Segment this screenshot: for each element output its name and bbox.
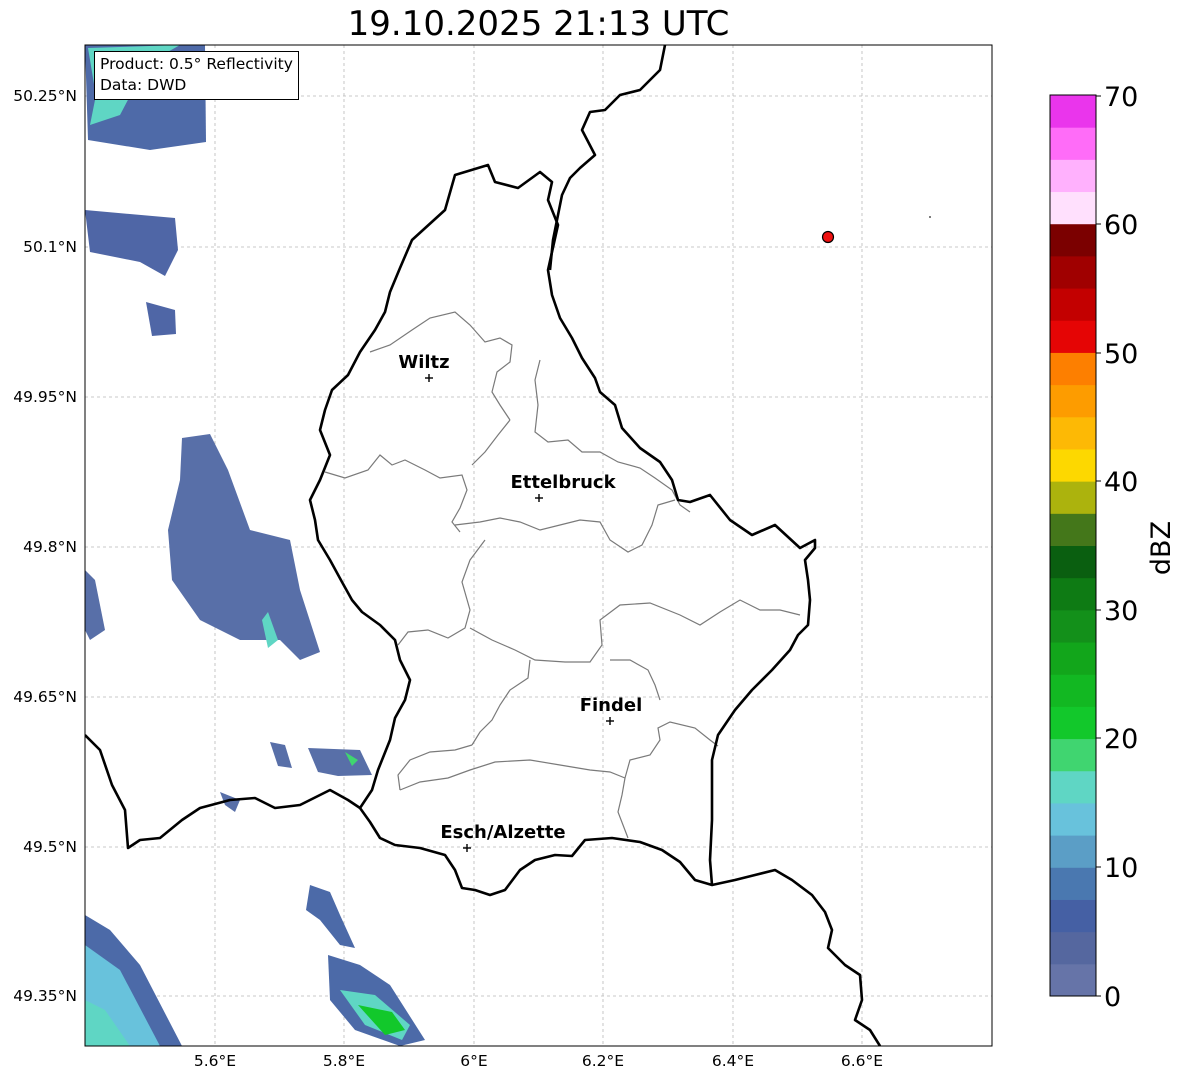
- colorbar-segment: [1050, 609, 1096, 643]
- colorbar-segment: [1050, 963, 1096, 997]
- echo-south-center: [306, 885, 425, 1046]
- radar-echoes: [85, 45, 425, 1046]
- colorbar-segment: [1050, 159, 1096, 193]
- city-markers: [425, 374, 614, 852]
- lat-label: 49.35°N: [13, 987, 77, 1005]
- colorbar-segment: [1050, 545, 1096, 579]
- luxembourg-border: [308, 163, 817, 897]
- lat-label: 50.25°N: [13, 87, 77, 105]
- colorbar-ticks: 0 10 20 30 40 50 60 70: [1104, 82, 1138, 1013]
- colorbar-tick: 0: [1104, 982, 1121, 1013]
- colorbar-label: dBZ: [1146, 521, 1177, 575]
- colorbar-segment: [1050, 513, 1096, 546]
- colorbar-segment: [1050, 931, 1096, 965]
- colorbar-tick: 60: [1104, 210, 1138, 241]
- lon-label: 6°E: [460, 1052, 487, 1070]
- city-label-ettelbruck: Ettelbruck: [510, 472, 616, 493]
- colorbar-segment: [1050, 352, 1096, 386]
- colorbar-segment: [1050, 127, 1096, 160]
- colorbar-segment: [1050, 867, 1096, 900]
- lon-label: 6.6°E: [841, 1052, 883, 1070]
- product-label: Product: 0.5° Reflectivity: [100, 55, 293, 73]
- data-source-label: Data: DWD: [100, 76, 187, 94]
- location-marker: [821, 230, 835, 244]
- canton-boundaries: [324, 311, 801, 839]
- colorbar-tick: 30: [1104, 596, 1138, 627]
- colorbar-tick: 20: [1104, 724, 1138, 755]
- echo-cluster-west: [85, 210, 178, 336]
- colorbar-segment: [1050, 738, 1096, 772]
- colorbar-tick: 10: [1104, 853, 1138, 884]
- colorbar-segment: [1050, 255, 1096, 289]
- city-labels: Wiltz Ettelbruck Findel Esch/Alzette: [398, 352, 642, 843]
- colorbar-tick-marks: [1096, 95, 1101, 997]
- longitude-labels: 5.6°E 5.8°E 6°E 6.2°E 6.4°E 6.6°E: [194, 1052, 883, 1070]
- colorbar-segment: [1050, 835, 1096, 868]
- colorbar-segment: [1050, 674, 1096, 707]
- lon-label: 6.2°E: [582, 1052, 624, 1070]
- radar-map: Wiltz Ettelbruck Findel Esch/Alzette 50.…: [13, 44, 1177, 1070]
- colorbar-segment: [1050, 481, 1096, 514]
- colorbar: [1050, 95, 1096, 997]
- colorbar-segment: [1050, 706, 1096, 740]
- city-label-findel: Findel: [580, 695, 643, 716]
- city-label-esch: Esch/Alzette: [440, 822, 565, 843]
- info-box: Product: 0.5° Reflectivity Data: DWD: [94, 51, 299, 100]
- lon-label: 5.6°E: [194, 1052, 236, 1070]
- colorbar-segment: [1050, 320, 1096, 353]
- latitude-labels: 50.25°N 50.1°N 49.95°N 49.8°N 49.65°N 49…: [13, 87, 77, 1005]
- lon-label: 6.4°E: [712, 1052, 754, 1070]
- colorbar-segment: [1050, 642, 1096, 675]
- lat-label: 50.1°N: [23, 238, 77, 256]
- lat-label: 49.8°N: [23, 538, 77, 556]
- colorbar-segment: [1050, 288, 1096, 321]
- colorbar-tick: 70: [1104, 82, 1138, 113]
- lat-label: 49.65°N: [13, 688, 77, 706]
- colorbar-segment: [1050, 770, 1096, 804]
- colorbar-segment: [1050, 802, 1096, 836]
- colorbar-segment: [1050, 577, 1096, 611]
- colorbar-tick: 50: [1104, 339, 1138, 370]
- lat-label: 49.5°N: [23, 838, 77, 856]
- germany-border-east: [548, 45, 667, 271]
- germany-border-south: [711, 868, 882, 1046]
- colorbar-segment: [1050, 899, 1096, 933]
- lon-label: 5.8°E: [323, 1052, 365, 1070]
- colorbar-segment: [1050, 95, 1096, 128]
- colorbar-tick: 40: [1104, 467, 1138, 498]
- colorbar-segment: [1050, 416, 1096, 450]
- echo-band-central-west: [85, 434, 320, 660]
- colorbar-segment: [1050, 448, 1096, 482]
- colorbar-segment: [1050, 191, 1096, 225]
- colorbar-segment: [1050, 384, 1096, 418]
- echo-south-west: [85, 915, 182, 1046]
- city-label-wiltz: Wiltz: [398, 352, 449, 373]
- lat-label: 49.95°N: [13, 388, 77, 406]
- colorbar-segment: [1050, 223, 1096, 257]
- small-dot: [929, 216, 931, 218]
